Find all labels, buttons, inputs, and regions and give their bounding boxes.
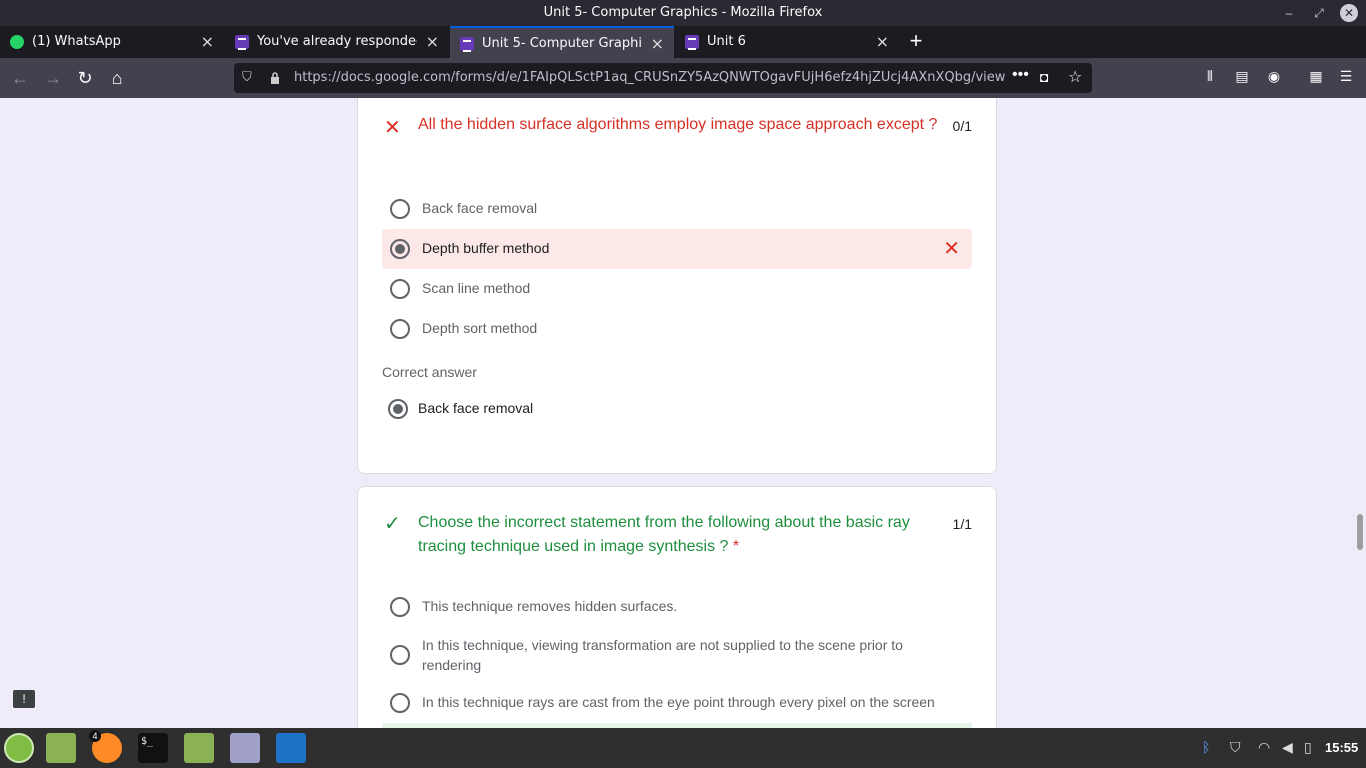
tab-already-responded[interactable]: You've already responded ×: [225, 26, 449, 58]
option-label: Depth buffer method: [422, 240, 550, 256]
correct-check-icon: ✓: [384, 513, 401, 535]
correct-answer-label: Back face removal: [418, 400, 534, 416]
radio-icon[interactable]: [390, 279, 410, 299]
shield-icon[interactable]: ⛉: [242, 69, 252, 85]
radio-icon[interactable]: [390, 645, 410, 665]
minimize-button[interactable]: –: [1280, 4, 1298, 22]
radio-icon[interactable]: [390, 693, 410, 713]
mint-menu-icon[interactable]: [4, 733, 34, 763]
back-icon[interactable]: ←: [8, 66, 32, 90]
new-tab-button[interactable]: +: [904, 28, 928, 54]
close-window-button[interactable]: ✕: [1340, 4, 1358, 22]
incorrect-icon: ✕: [384, 117, 401, 139]
reload-icon[interactable]: ↻: [73, 66, 97, 90]
more-icon[interactable]: •••: [1012, 66, 1029, 84]
option-removes-hidden-surfaces[interactable]: This technique removes hidden surfaces.: [382, 587, 972, 627]
question-card-2: ✓ Choose the incorrect statement from th…: [357, 486, 997, 728]
radio-icon[interactable]: [390, 597, 410, 617]
firefox-window-count-badge: 4: [89, 730, 101, 742]
required-asterisk: *: [732, 538, 740, 555]
option-back-face-removal[interactable]: Back face removal: [382, 189, 972, 229]
star-icon[interactable]: ☆: [1068, 67, 1082, 87]
tab-label: (1) WhatsApp: [32, 34, 121, 49]
question-text-content: Choose the incorrect statement from the …: [418, 514, 910, 555]
page-content: ✕ All the hidden surface algorithms empl…: [0, 98, 1366, 728]
question-text: Choose the incorrect statement from the …: [418, 511, 948, 559]
question-score: 1/1: [952, 516, 972, 532]
tab-label: You've already responded: [257, 34, 417, 49]
close-tab-icon[interactable]: ×: [876, 32, 889, 51]
question-score: 0/1: [952, 118, 972, 134]
radio-icon[interactable]: [390, 319, 410, 339]
question-card-1: ✕ All the hidden surface algorithms empl…: [357, 98, 997, 474]
url-bar[interactable]: ⛉ https://docs.google.com/forms/d/e/1FAI…: [234, 63, 1092, 93]
tab-unit5[interactable]: Unit 5- Computer Graphics ×: [450, 26, 674, 58]
tab-strip: (1) WhatsApp × You've already responded …: [0, 26, 1366, 58]
bluetooth-icon[interactable]: ᛒ: [1202, 739, 1210, 755]
tab-whatsapp[interactable]: (1) WhatsApp ×: [0, 26, 224, 58]
taskbar: 4 $_ ᛒ ⛉ ◠ ◀ ▯ 15:55: [0, 728, 1366, 768]
correct-answer-option: Back face removal: [380, 389, 970, 429]
option-depth-buffer-method[interactable]: Depth buffer method ✕: [382, 229, 972, 269]
whatsapp-icon: [10, 35, 24, 49]
menu-icon[interactable]: ☰: [1336, 68, 1356, 88]
pocket-icon[interactable]: ◘: [1040, 69, 1048, 85]
close-tab-icon[interactable]: ×: [201, 32, 214, 51]
file-manager-icon[interactable]: [184, 733, 214, 763]
navigation-toolbar: ← → ↻ ⌂ ⛉ https://docs.google.com/forms/…: [0, 58, 1366, 98]
question-text: All the hidden surface algorithms employ…: [418, 116, 938, 133]
extensions-icon[interactable]: ▦: [1306, 68, 1326, 88]
option-label: This technique removes hidden surfaces.: [422, 598, 678, 614]
tab-label: Unit 6: [707, 34, 746, 49]
security-shield-icon[interactable]: ⛉: [1230, 739, 1241, 756]
wifi-icon[interactable]: ◠: [1258, 739, 1270, 756]
tab-unit6[interactable]: Unit 6 ×: [675, 26, 899, 58]
option-viewing-transformation[interactable]: In this technique, viewing transformatio…: [382, 633, 972, 677]
radio-icon[interactable]: [390, 199, 410, 219]
library-icon[interactable]: ⫴: [1200, 68, 1220, 88]
google-forms-icon: [235, 35, 249, 50]
lock-icon[interactable]: [270, 72, 280, 84]
text-editor-icon[interactable]: [230, 733, 260, 763]
close-tab-icon[interactable]: ×: [426, 32, 439, 51]
clock[interactable]: 15:55: [1325, 740, 1358, 755]
incorrect-answer-icon: ✕: [943, 238, 960, 260]
google-forms-icon: [685, 35, 699, 50]
volume-icon[interactable]: ◀: [1282, 739, 1293, 756]
tab-label: Unit 5- Computer Graphics: [482, 36, 642, 51]
option-label: In this technique, viewing transformatio…: [422, 637, 903, 673]
feedback-icon[interactable]: !: [13, 690, 35, 708]
google-forms-icon: [460, 37, 474, 52]
option-label: Depth sort method: [422, 320, 538, 336]
url-text[interactable]: https://docs.google.com/forms/d/e/1FAIpQ…: [294, 70, 1006, 85]
writer-icon[interactable]: [276, 733, 306, 763]
option-rays-cast[interactable]: In this technique rays are cast from the…: [382, 683, 972, 723]
option-label: Back face removal: [422, 200, 538, 216]
forward-icon[interactable]: →: [41, 66, 65, 90]
close-tab-icon[interactable]: ×: [651, 34, 664, 53]
option-label: Scan line method: [422, 280, 531, 296]
radio-checked-icon[interactable]: [390, 239, 410, 259]
sidebar-icon[interactable]: ▤: [1232, 68, 1252, 88]
show-desktop-icon[interactable]: [46, 733, 76, 763]
correct-answer-title: Correct answer: [382, 364, 477, 380]
battery-icon[interactable]: ▯: [1304, 739, 1312, 756]
account-icon[interactable]: ◉: [1264, 68, 1284, 88]
terminal-icon[interactable]: $_: [138, 733, 168, 763]
window-title: Unit 5- Computer Graphics - Mozilla Fire…: [543, 5, 823, 20]
maximize-button[interactable]: ⤢: [1310, 4, 1328, 22]
scrollbar-thumb[interactable]: [1357, 514, 1363, 550]
window-titlebar: Unit 5- Computer Graphics - Mozilla Fire…: [0, 0, 1366, 26]
radio-checked-icon: [388, 399, 408, 419]
home-icon[interactable]: ⌂: [105, 66, 129, 90]
option-scan-line-method[interactable]: Scan line method: [382, 269, 972, 309]
option-label: In this technique rays are cast from the…: [422, 694, 935, 710]
option-depth-sort-method[interactable]: Depth sort method: [382, 309, 972, 349]
page-scrollbar[interactable]: [1354, 98, 1366, 728]
